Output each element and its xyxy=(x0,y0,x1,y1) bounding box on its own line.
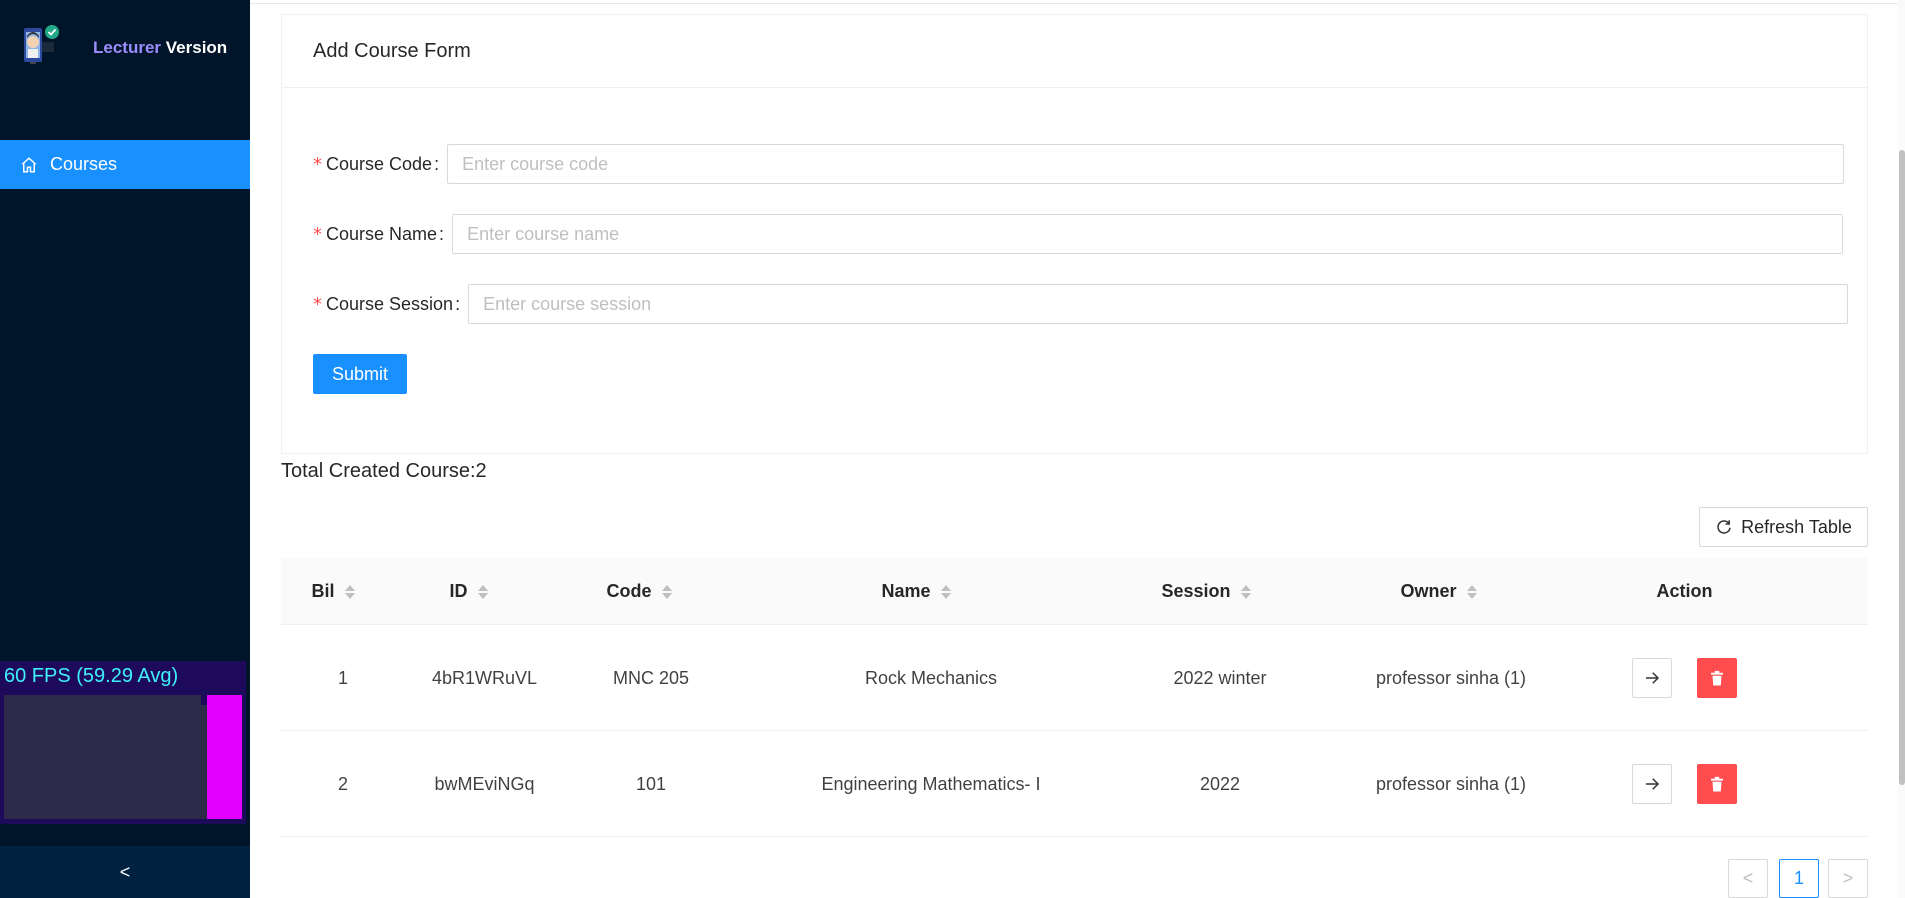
cell-session: 2022 xyxy=(1199,773,1241,794)
column-header-label: Owner xyxy=(1400,581,1457,601)
brand-logo[interactable]: Lecturer Version xyxy=(20,24,240,76)
sort-icon xyxy=(1240,584,1251,599)
required-mark: * xyxy=(313,293,322,315)
header-divider xyxy=(250,0,1905,4)
course-code-input[interactable] xyxy=(447,144,1845,184)
open-course-button[interactable] xyxy=(1632,764,1672,804)
label-colon: : xyxy=(439,223,445,244)
column-header-label: Action xyxy=(1656,581,1713,601)
cell-action xyxy=(1571,731,1798,837)
brand-rest-text: Version xyxy=(165,38,228,57)
cell-action xyxy=(1571,625,1798,731)
label-colon: : xyxy=(455,293,461,314)
open-course-button[interactable] xyxy=(1632,658,1672,698)
refresh-table-button[interactable]: Refresh Table xyxy=(1699,507,1868,547)
arrow-right-icon xyxy=(1646,672,1660,684)
add-course-card: Add Course Form * Course Code : * Course… xyxy=(281,14,1868,454)
required-mark: * xyxy=(313,153,322,175)
course-session-row: * Course Session : xyxy=(313,284,1849,324)
sort-icon xyxy=(940,584,951,599)
column-header-label: Bil xyxy=(311,581,335,601)
column-header-id[interactable]: ID xyxy=(385,558,552,625)
required-mark: * xyxy=(313,223,322,245)
brand-title: Lecturer Version xyxy=(93,38,227,58)
table-header: Bil ID Code Name Session Owner Action xyxy=(281,558,1868,625)
sort-icon xyxy=(477,584,488,599)
column-header-label: Session xyxy=(1161,581,1231,601)
lecturer-logo-icon xyxy=(24,25,59,64)
total-created-course: Total Created Course:2 xyxy=(281,460,487,482)
course-code-label: Course Code xyxy=(326,153,433,174)
column-header-name[interactable]: Name xyxy=(726,558,1106,625)
pagination-next-button[interactable]: > xyxy=(1828,859,1868,898)
card-title: Add Course Form xyxy=(282,15,1867,88)
pagination-page-1[interactable]: 1 xyxy=(1779,859,1819,898)
fps-graph xyxy=(4,695,242,819)
cell-owner: professor sinha (1) xyxy=(1375,667,1527,688)
cell-code: MNC 205 xyxy=(612,667,690,688)
trash-icon xyxy=(1711,776,1723,792)
scrollbar-thumb[interactable] xyxy=(1899,150,1905,785)
column-header-label: ID xyxy=(449,581,468,601)
sidebar-item-label: Courses xyxy=(50,154,118,174)
brand-accent-text: Lecturer xyxy=(93,38,162,57)
cell-code: 101 xyxy=(635,773,667,794)
table-row: 1 4bR1WRuVL MNC 205 Rock Mechanics 2022 … xyxy=(281,625,1868,731)
refresh-table-label: Refresh Table xyxy=(1741,516,1852,537)
home-icon xyxy=(21,156,37,172)
column-header-owner[interactable]: Owner xyxy=(1306,558,1571,625)
sort-icon xyxy=(344,584,355,599)
course-session-label: Course Session xyxy=(326,293,454,314)
delete-course-button[interactable] xyxy=(1697,764,1737,804)
cell-owner: professor sinha (1) xyxy=(1375,773,1527,794)
pagination-prev-button[interactable]: < xyxy=(1728,859,1768,898)
course-code-row: * Course Code : xyxy=(313,144,1845,184)
sidebar-item-courses[interactable]: Courses xyxy=(0,140,250,189)
delete-course-button[interactable] xyxy=(1697,658,1737,698)
label-colon: : xyxy=(434,153,440,174)
fps-graph-bar xyxy=(207,695,242,819)
sidebar: Lecturer Version Courses 60 FPS (59.29 A… xyxy=(0,0,250,898)
course-session-input[interactable] xyxy=(468,284,1849,324)
table-row: 2 bwMEviNGq 101 Engineering Mathematics-… xyxy=(281,731,1868,837)
courses-table: Bil ID Code Name Session Owner Action 1 … xyxy=(281,558,1868,837)
cell-session: 2022 winter xyxy=(1173,667,1267,688)
column-header-bil[interactable]: Bil xyxy=(281,558,385,625)
reload-icon xyxy=(1717,520,1731,534)
sidebar-collapse-trigger[interactable]: < xyxy=(0,846,250,898)
column-header-label: Code xyxy=(606,581,652,601)
course-name-label: Course Name xyxy=(326,223,438,244)
column-header-action: Action xyxy=(1571,558,1798,625)
course-name-input[interactable] xyxy=(452,214,1844,254)
column-header-label: Name xyxy=(881,581,931,601)
collapse-chevron-icon: < xyxy=(119,861,131,882)
column-header-code[interactable]: Code xyxy=(552,558,726,625)
cell-name: Rock Mechanics xyxy=(864,667,998,688)
submit-button[interactable]: Submit xyxy=(313,354,407,394)
column-header-session[interactable]: Session xyxy=(1106,558,1306,625)
fps-readout: 60 FPS (59.29 Avg) xyxy=(4,665,179,687)
cell-name: Engineering Mathematics- I xyxy=(821,773,1041,794)
course-name-row: * Course Name : xyxy=(313,214,1844,254)
arrow-right-icon xyxy=(1646,778,1660,790)
trash-icon xyxy=(1711,670,1723,686)
fps-monitor: 60 FPS (59.29 Avg) xyxy=(0,661,246,824)
sort-icon xyxy=(1466,584,1477,599)
sort-icon xyxy=(661,584,672,599)
